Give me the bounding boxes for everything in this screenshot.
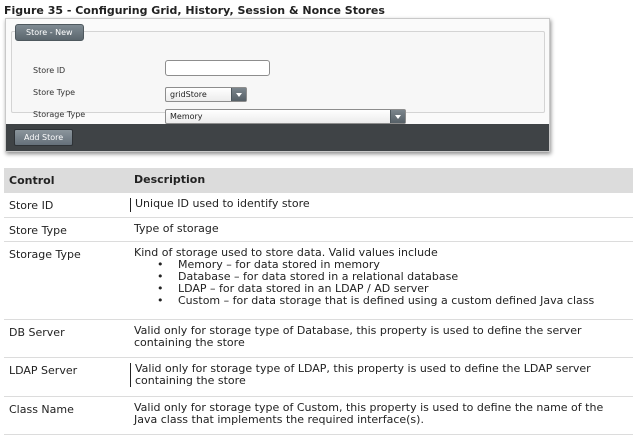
store-fieldset: Store ID Store Type gridStore Storage Ty…	[11, 31, 545, 124]
store-type-label: Store Type	[33, 88, 76, 97]
store-new-dialog: Store ID Store Type gridStore Storage Ty…	[5, 18, 550, 152]
description-cell: Valid only for storage type of Custom, t…	[134, 401, 604, 426]
storage-type-select[interactable]: Memory	[165, 109, 406, 124]
table-header-row: Control Description	[4, 168, 633, 193]
table-row: Store ID Unique ID used to identify stor…	[4, 193, 633, 218]
chevron-down-icon[interactable]	[390, 110, 405, 123]
control-cell: Storage Type	[9, 248, 81, 261]
legend-tab: Store - New	[15, 24, 84, 41]
description-cell: Unique ID used to identify store	[130, 198, 629, 212]
storage-type-value: Memory	[170, 112, 203, 121]
list-item: Custom – for data storage that is define…	[134, 295, 629, 308]
table-row: DB Server Valid only for storage type of…	[4, 320, 633, 358]
add-store-button[interactable]: Add Store	[14, 129, 74, 146]
description-cell: Type of storage	[134, 222, 219, 235]
store-id-input[interactable]	[165, 60, 270, 76]
control-cell: Class Name	[9, 403, 74, 416]
store-type-value: gridStore	[170, 90, 207, 99]
store-type-select[interactable]: gridStore	[165, 87, 247, 102]
chevron-down-icon[interactable]	[231, 88, 246, 101]
control-cell: Store ID	[9, 199, 54, 212]
description-cell: Valid only for storage type of Database,…	[134, 324, 582, 349]
figure-caption: Figure 35 - Configuring Grid, History, S…	[4, 4, 385, 17]
table-row: Storage Type Kind of storage used to sto…	[4, 242, 633, 320]
table-row: LDAP Server Valid only for storage type …	[4, 358, 633, 397]
control-cell: LDAP Server	[9, 364, 78, 377]
header-description: Description	[134, 173, 206, 186]
header-control: Control	[9, 174, 55, 187]
dialog-footer: Add Store	[6, 124, 549, 151]
description-cell: Kind of storage used to store data. Vali…	[130, 247, 629, 308]
control-cell: DB Server	[9, 326, 65, 339]
control-description-table: Control Description Store ID Unique ID u…	[4, 168, 633, 435]
control-cell: Store Type	[9, 224, 67, 237]
table-row: Store Type Type of storage	[4, 218, 633, 242]
description-cell: Valid only for storage type of LDAP, thi…	[130, 363, 629, 387]
table-row: Class Name Valid only for storage type o…	[4, 397, 633, 435]
storage-type-label: Storage Type	[33, 110, 86, 119]
store-id-label: Store ID	[33, 66, 66, 75]
